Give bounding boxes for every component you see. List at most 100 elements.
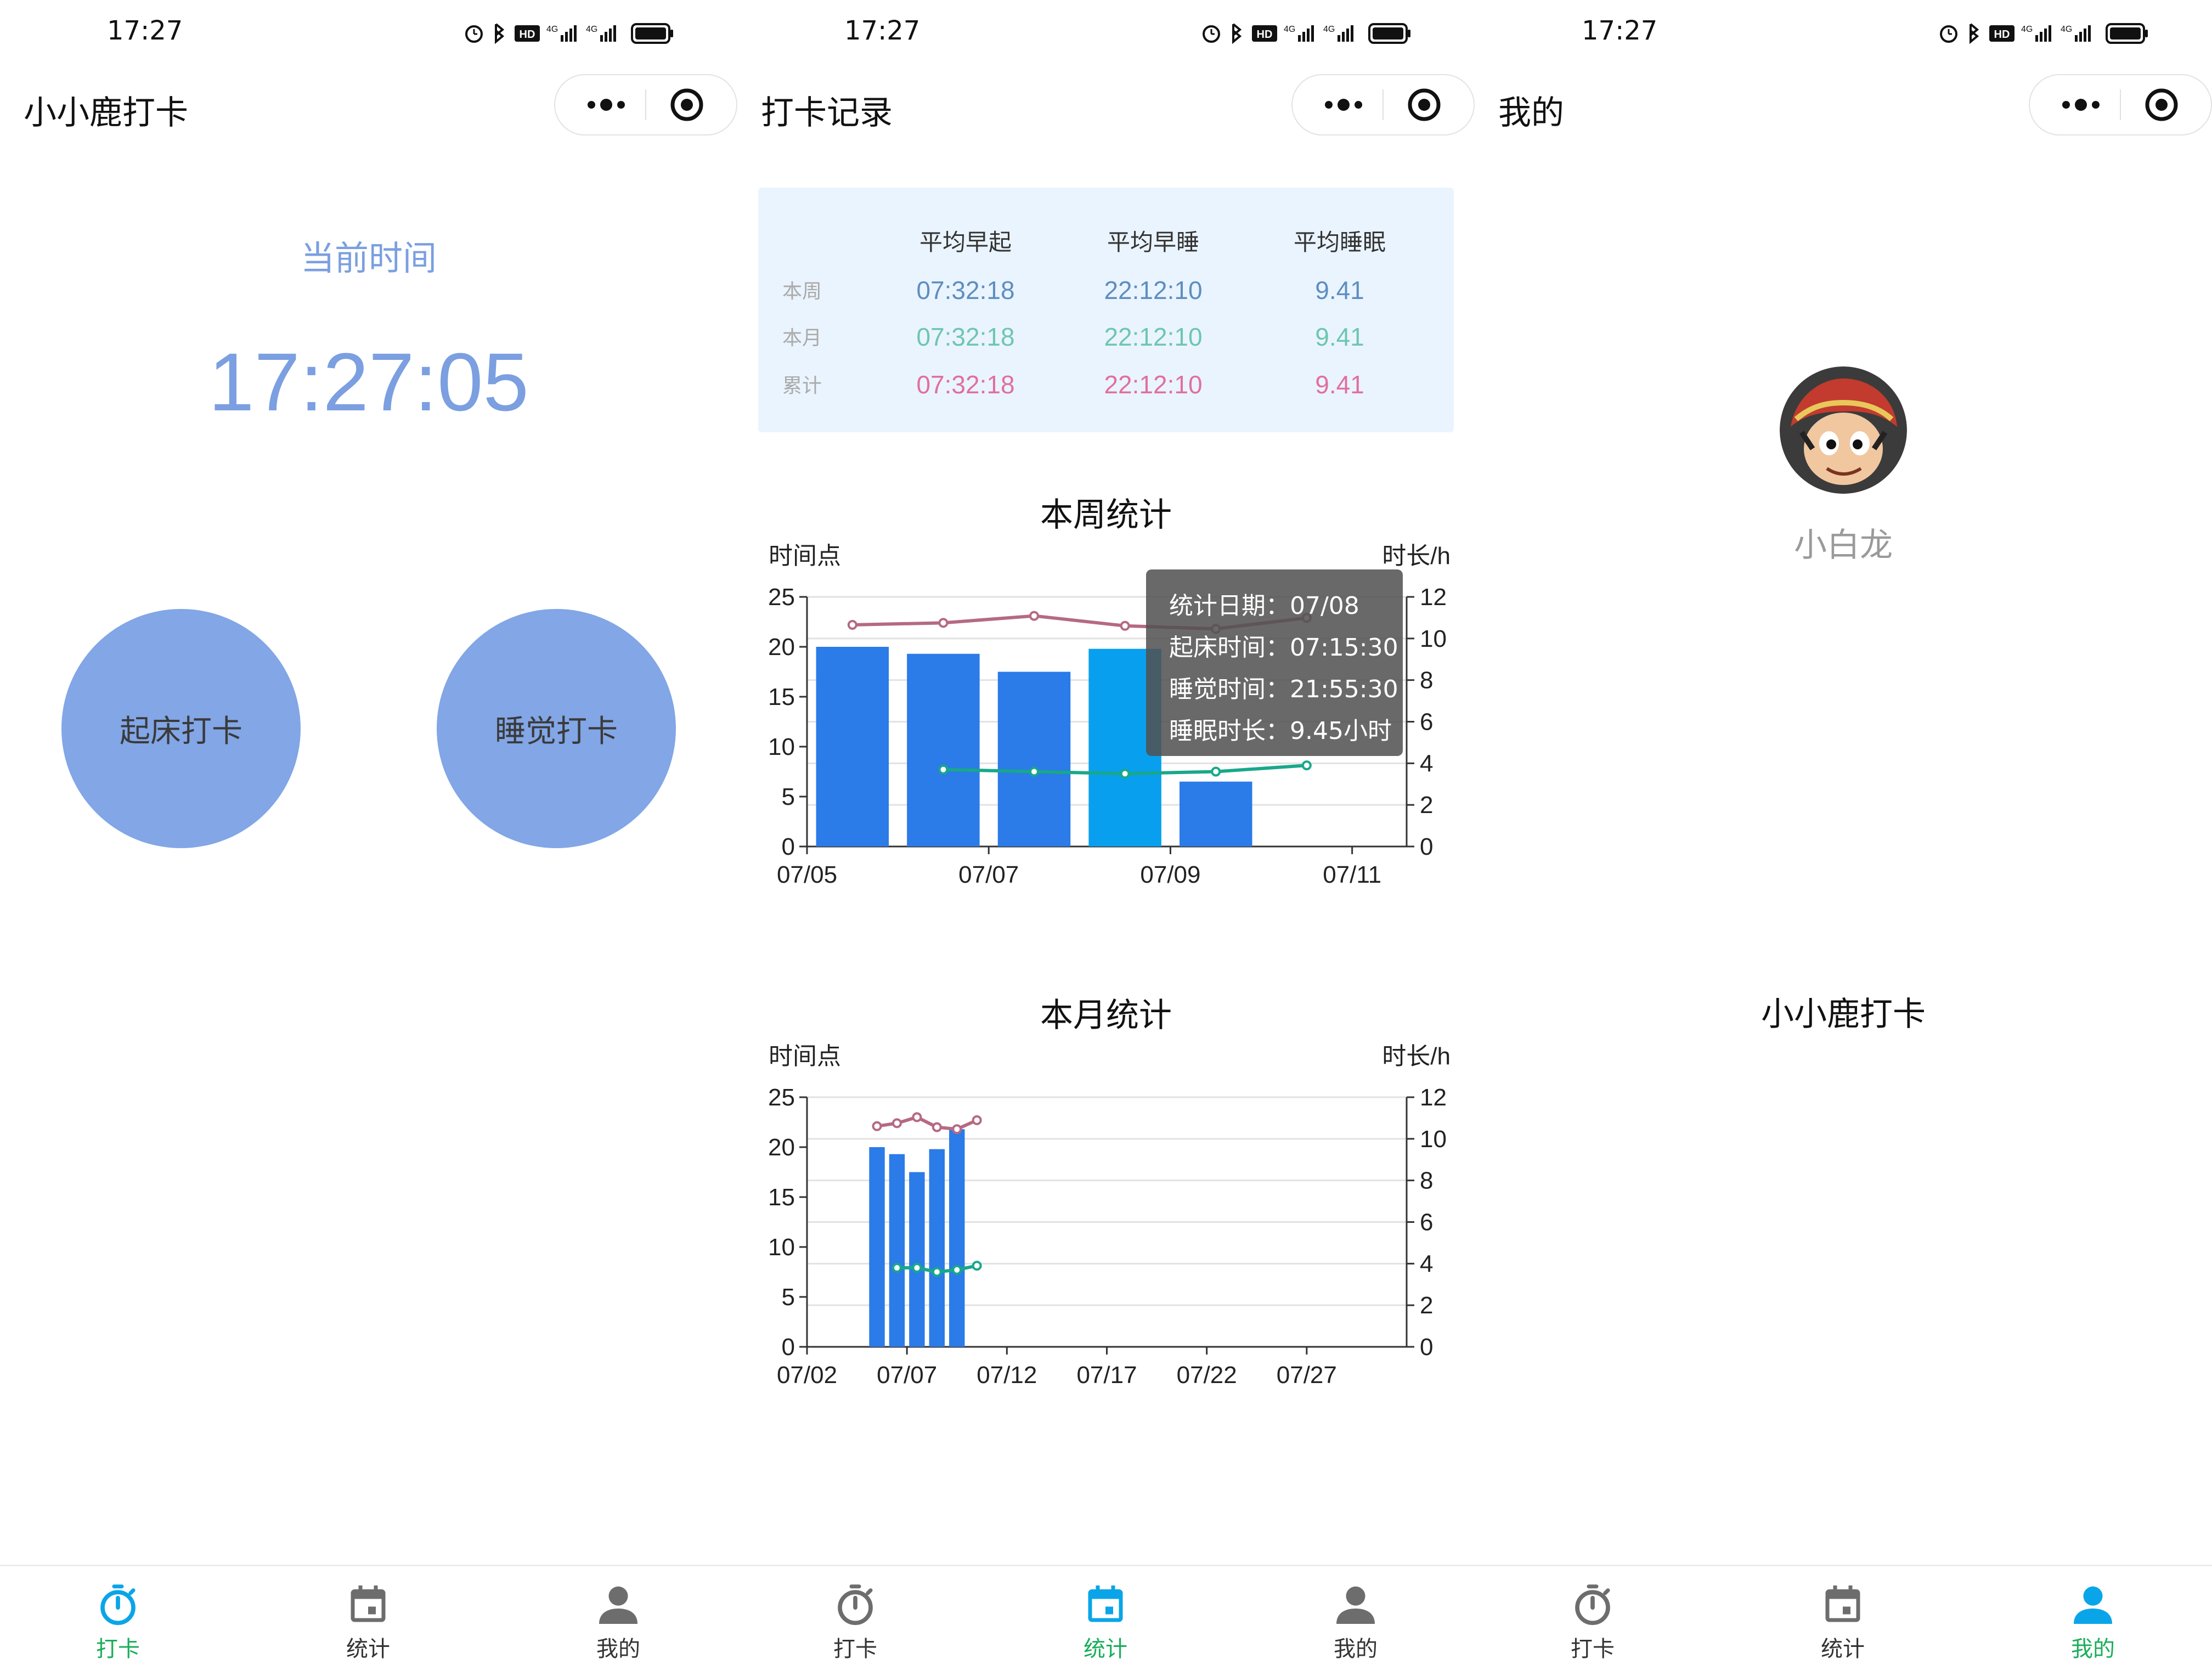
y2-axis-label: 时长/h (1382, 1043, 1451, 1070)
x-tick-label: 07/12 (977, 1362, 1037, 1389)
bar[interactable] (1179, 781, 1252, 847)
series-point[interactable] (891, 1262, 902, 1273)
x-tick-label: 07/17 (1076, 1362, 1137, 1389)
close-target-icon[interactable] (1407, 87, 1442, 122)
series-point[interactable] (1120, 769, 1130, 779)
bar[interactable] (929, 1149, 945, 1347)
tab-profile[interactable]: 我的 (2038, 1582, 2148, 1659)
y2-tick-label: 0 (1420, 1334, 1433, 1361)
nav-bar: 我的 (1475, 74, 2212, 136)
close-target-icon[interactable] (2144, 87, 2179, 122)
tab-label: 打卡 (1571, 1637, 1615, 1659)
weekly-chart-title: 本周统计 (1040, 496, 1172, 534)
tab-label: 统计 (346, 1637, 390, 1659)
avatar[interactable] (1780, 366, 1907, 494)
series-point[interactable] (938, 764, 949, 775)
bar[interactable] (909, 1172, 925, 1347)
calendar-icon (345, 1582, 391, 1628)
series-point[interactable] (932, 1267, 942, 1277)
y-tick-label: 15 (768, 1184, 795, 1211)
row-label-week: 本周 (782, 280, 822, 303)
monthly-chart[interactable]: 时间点 时长/h 0 5 10 15 20 25 0 2 4 6 8 10 12 07/02 07/07 07/1… (737, 1030, 1475, 1403)
series-point[interactable] (1029, 611, 1040, 621)
status-icons (1939, 20, 2180, 46)
series-point[interactable] (912, 1262, 922, 1273)
y-tick-label: 10 (768, 1234, 795, 1261)
series-point[interactable] (952, 1124, 962, 1135)
tab-stats[interactable]: 统计 (1788, 1582, 1898, 1659)
close-target-icon[interactable] (669, 87, 704, 122)
y2-tick-label: 10 (1420, 625, 1447, 652)
bar[interactable] (869, 1147, 885, 1347)
series-point[interactable] (891, 1118, 902, 1128)
series-point[interactable] (938, 618, 949, 628)
week-avg-sleep: 22:12:10 (1104, 276, 1203, 304)
series-point[interactable] (1120, 620, 1130, 631)
month-avg-wake: 07:32:18 (916, 323, 1015, 351)
bar[interactable] (907, 653, 980, 847)
header-avg-duration: 平均睡眠 (1293, 229, 1386, 256)
total-avg-wake: 07:32:18 (916, 370, 1015, 399)
stopwatch-icon (1570, 1582, 1616, 1628)
more-icon[interactable] (1319, 88, 1368, 121)
week-avg-wake: 07:32:18 (916, 276, 1015, 304)
series-point[interactable] (972, 1261, 982, 1271)
status-bar: 17:27 (737, 0, 1475, 66)
tab-checkin[interactable]: 打卡 (800, 1582, 910, 1659)
header-avg-wake: 平均早起 (919, 229, 1012, 256)
x-tick-label: 07/05 (777, 861, 837, 888)
more-icon[interactable] (582, 88, 631, 121)
series-point[interactable] (952, 1265, 962, 1275)
sleep-checkin-button[interactable]: 睡觉打卡 (437, 609, 676, 848)
tab-profile[interactable]: 我的 (563, 1582, 673, 1659)
month-avg-duration: 9.41 (1315, 323, 1364, 351)
total-avg-sleep: 22:12:10 (1104, 370, 1203, 399)
row-label-total: 累计 (782, 375, 822, 397)
x-tick-label: 07/09 (1140, 861, 1200, 888)
y-tick-label: 0 (782, 833, 795, 860)
tooltip-sleep: 睡觉时间：21:55:30 (1169, 675, 1398, 703)
tab-label: 打卡 (833, 1637, 877, 1659)
y-axis-label: 时间点 (769, 1043, 841, 1070)
series-point[interactable] (912, 1112, 922, 1122)
y-tick-label: 5 (782, 1284, 795, 1311)
week-avg-duration: 9.41 (1315, 276, 1364, 304)
wake-checkin-button[interactable]: 起床打卡 (61, 609, 301, 848)
tab-checkin[interactable]: 打卡 (1538, 1582, 1647, 1659)
series-point[interactable] (1301, 760, 1312, 771)
tab-stats[interactable]: 统计 (313, 1582, 423, 1659)
tab-label: 打卡 (96, 1637, 140, 1659)
tab-label: 我的 (1334, 1637, 1378, 1659)
bar[interactable] (816, 647, 889, 847)
x-tick-label: 07/27 (1277, 1362, 1337, 1389)
x-tick-label: 07/11 (1323, 861, 1381, 888)
menu-capsule (2029, 74, 2212, 136)
x-tick-label: 07/02 (777, 1362, 837, 1389)
series-point[interactable] (1211, 766, 1221, 777)
summary-table: 平均早起 平均早睡 平均睡眠 本周 07:32:18 22:12:10 9.41… (758, 188, 1454, 432)
y-tick-label: 5 (782, 783, 795, 810)
series-point[interactable] (847, 619, 857, 630)
tab-bar: 打卡 统计 我的 (737, 1565, 1475, 1659)
x-tick-label: 07/07 (877, 1362, 937, 1389)
series-point[interactable] (932, 1122, 942, 1132)
total-avg-duration: 9.41 (1315, 370, 1364, 399)
tab-checkin[interactable]: 打卡 (63, 1582, 173, 1659)
clock-display: 17:27:05 (208, 336, 529, 428)
bar[interactable] (889, 1154, 905, 1347)
tab-profile[interactable]: 我的 (1301, 1582, 1410, 1659)
series-point[interactable] (972, 1115, 982, 1125)
y-axis-label: 时间点 (769, 543, 841, 569)
y2-tick-label: 6 (1420, 709, 1433, 736)
series-point[interactable] (872, 1121, 882, 1131)
bar[interactable] (997, 672, 1071, 847)
tab-stats[interactable]: 统计 (1051, 1582, 1160, 1659)
more-icon[interactable] (2056, 88, 2106, 121)
y2-tick-label: 2 (1420, 1292, 1433, 1319)
tab-label: 统计 (1821, 1637, 1865, 1659)
bar[interactable] (949, 1129, 965, 1347)
series-point[interactable] (1029, 766, 1040, 777)
y2-tick-label: 4 (1420, 750, 1433, 777)
month-avg-sleep: 22:12:10 (1104, 323, 1203, 351)
y-tick-label: 20 (768, 1134, 795, 1161)
